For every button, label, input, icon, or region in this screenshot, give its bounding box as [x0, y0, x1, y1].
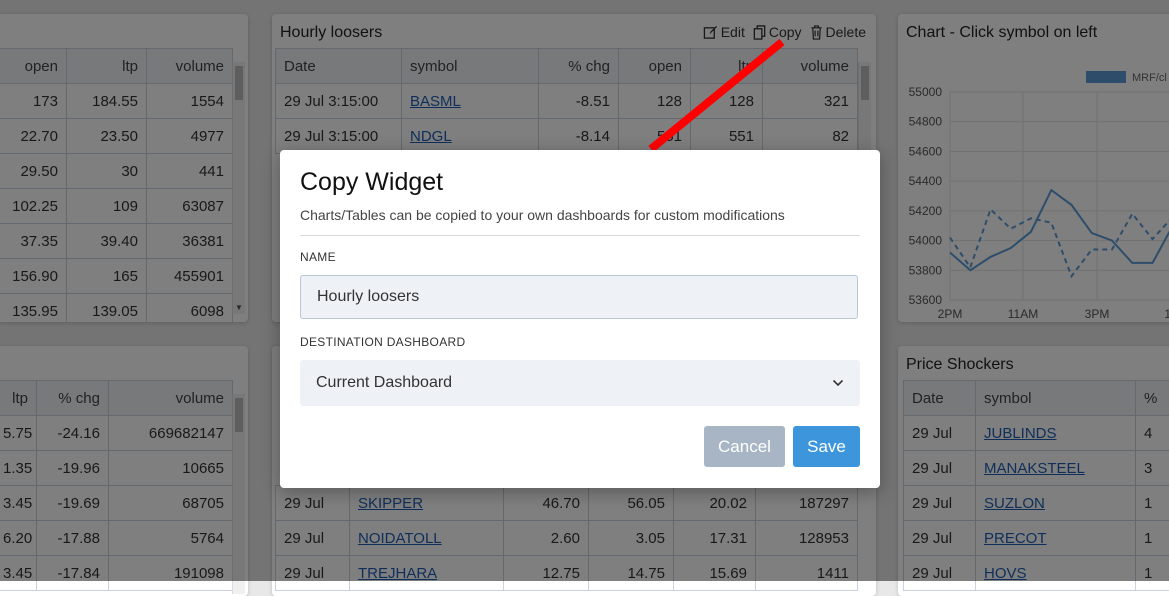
- chevron-down-icon: [832, 379, 844, 387]
- divider: [300, 235, 860, 236]
- dialog-title: Copy Widget: [300, 168, 443, 197]
- cancel-button[interactable]: Cancel: [704, 426, 785, 467]
- copy-widget-dialog: Copy Widget Charts/Tables can be copied …: [280, 150, 880, 488]
- name-input[interactable]: [300, 275, 858, 319]
- destination-dashboard-value: Current Dashboard: [316, 374, 452, 392]
- destination-dashboard-select[interactable]: Current Dashboard: [300, 360, 860, 406]
- save-button[interactable]: Save: [793, 426, 860, 467]
- dialog-subtitle: Charts/Tables can be copied to your own …: [300, 207, 785, 223]
- name-label: NAME: [300, 250, 336, 264]
- destination-dashboard-label: DESTINATION DASHBOARD: [300, 335, 465, 349]
